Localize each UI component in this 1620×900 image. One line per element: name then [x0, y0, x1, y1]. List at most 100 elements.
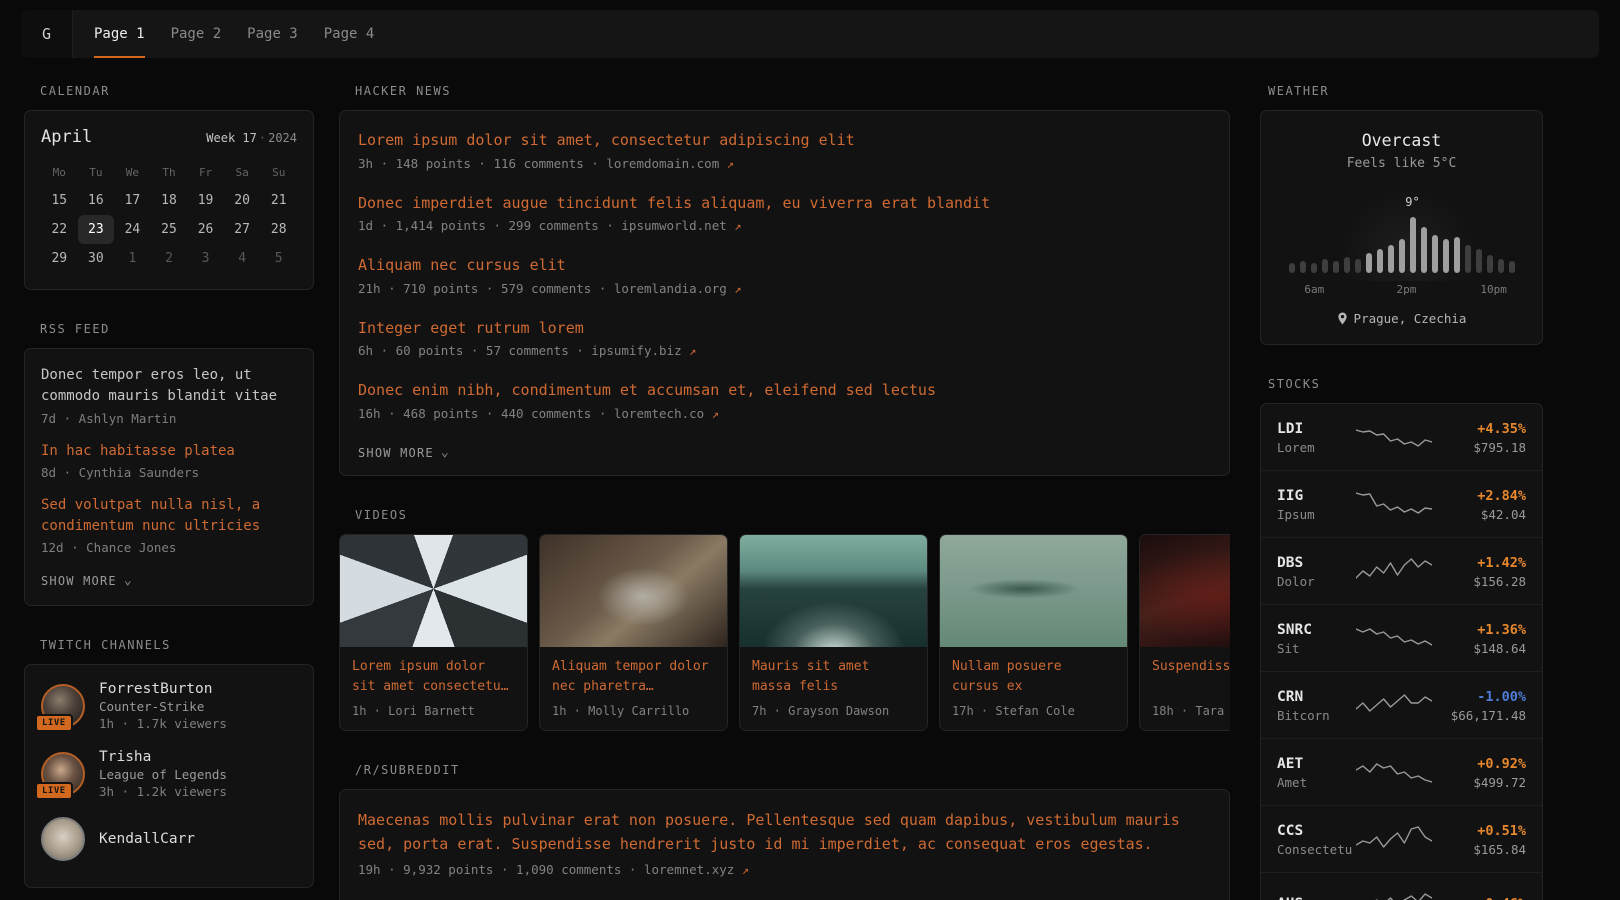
hn-item-link[interactable]: Donec enim nibh, condimentum et accumsan… — [358, 379, 1211, 402]
calendar-weekday: Fr — [187, 159, 224, 186]
twitch-channel-row[interactable]: LIVE ForrestBurton Counter-Strike 1h · 1… — [41, 681, 297, 731]
video-card[interactable]: Lorem ipsum dolor sit amet consectetu… 1… — [339, 534, 528, 731]
video-card[interactable]: Nullam posuere cursus ex 17h · Stefan Co… — [939, 534, 1128, 731]
calendar-week-year: Week 17·2024 — [206, 131, 297, 145]
chevron-down-icon: ⌄ — [124, 577, 133, 585]
weather-axis-label: 2pm — [1397, 283, 1417, 296]
stock-sparkline — [1356, 489, 1432, 519]
calendar-weekday: Tu — [78, 159, 115, 186]
calendar-day: 29 — [41, 244, 78, 273]
external-link-icon: ↗ — [727, 157, 734, 171]
twitch-channel-game: Counter-Strike — [99, 699, 227, 714]
stock-price: $148.64 — [1473, 641, 1526, 656]
tab-page-1[interactable]: Page 1 — [81, 10, 158, 58]
video-thumbnail — [940, 535, 1127, 647]
weather-bar — [1432, 209, 1438, 273]
video-card[interactable]: Aliquam tempor dolor nec pharetra… 1h · … — [539, 534, 728, 731]
weather-axis: 6am 2pm 10pm — [1277, 279, 1526, 299]
twitch-channel-name: Trisha — [99, 749, 227, 765]
topbar: G Page 1 Page 2 Page 3 Page 4 — [21, 10, 1599, 58]
weather-bar — [1399, 209, 1405, 273]
stock-change: +2.84% — [1477, 488, 1526, 504]
twitch-widget: TWITCH CHANNELS LIVE ForrestBurton Count… — [24, 638, 314, 888]
calendar-day: 17 — [114, 186, 151, 215]
twitch-channel-row[interactable]: KendallCarr — [41, 817, 297, 861]
hn-item-link[interactable]: Aliquam nec cursus elit — [358, 254, 1211, 277]
live-badge: LIVE — [35, 714, 73, 732]
twitch-channel-meta: 1h · 1.7k viewers — [99, 716, 227, 731]
calendar-day-next-month: 5 — [260, 244, 297, 273]
stock-row[interactable]: IIGIpsum +2.84%$42.04 — [1261, 470, 1542, 537]
stock-row[interactable]: SNRCSit +1.36%$148.64 — [1261, 604, 1542, 671]
video-thumbnail — [540, 535, 727, 647]
video-card[interactable]: Suspendisse diam 18h · Tara — [1139, 534, 1230, 731]
rss-item-link[interactable]: In hac habitasse platea — [41, 441, 297, 462]
video-meta: 7h · Grayson Dawson — [752, 704, 915, 718]
stock-change: +0.51% — [1477, 823, 1526, 839]
stock-name: Dolor — [1277, 574, 1315, 589]
hn-item-link[interactable]: Donec imperdiet augue tincidunt felis al… — [358, 192, 1211, 215]
rss-item-link[interactable]: Donec tempor eros leo, ut commodo mauris… — [41, 365, 297, 408]
calendar-day: 28 — [260, 215, 297, 244]
tab-page-4[interactable]: Page 4 — [311, 10, 388, 58]
stock-row[interactable]: AHS +0.46% — [1261, 872, 1542, 900]
hn-item: Donec imperdiet augue tincidunt felis al… — [358, 192, 1211, 234]
calendar-day: 25 — [151, 215, 188, 244]
calendar-day: 15 — [41, 186, 78, 215]
stock-row[interactable]: CRNBitcorn -1.00%$66,171.48 — [1261, 671, 1542, 738]
hn-item-meta: 21h · 710 points · 579 comments · loreml… — [358, 281, 1211, 296]
hn-item-meta: 6h · 60 points · 57 comments · ipsumify.… — [358, 343, 1211, 358]
calendar-day-next-month: 2 — [151, 244, 188, 273]
stock-change: +1.36% — [1477, 622, 1526, 638]
weather-bar — [1421, 209, 1427, 273]
rss-item: In hac habitasse platea 8d · Cynthia Sau… — [41, 441, 297, 480]
weather-bar — [1344, 209, 1350, 273]
hn-show-more-button[interactable]: SHOW MORE⌄ — [358, 446, 450, 460]
rss-item-link[interactable]: Sed volutpat nulla nisl, a condimentum n… — [41, 495, 297, 538]
stock-row[interactable]: DBSDolor +1.42%$156.28 — [1261, 537, 1542, 604]
weather-bar — [1388, 209, 1394, 273]
stock-sparkline — [1356, 690, 1432, 720]
weather-axis-label: 10pm — [1480, 283, 1507, 296]
stock-price: $165.84 — [1473, 842, 1526, 857]
hn-item-link[interactable]: Integer eget rutrum lorem — [358, 317, 1211, 340]
weather-bar — [1454, 209, 1460, 273]
weather-bar — [1443, 209, 1449, 273]
stock-sparkline — [1356, 623, 1432, 653]
tab-page-2[interactable]: Page 2 — [158, 10, 235, 58]
stock-row[interactable]: LDILorem +4.35%$795.18 — [1261, 404, 1542, 470]
stock-price: $156.28 — [1473, 574, 1526, 589]
calendar-weekday: Su — [260, 159, 297, 186]
stock-row[interactable]: CCSConsectetur +0.51%$165.84 — [1261, 805, 1542, 872]
stock-symbol: CCS — [1277, 823, 1303, 839]
rss-show-more-button[interactable]: SHOW MORE⌄ — [41, 574, 133, 588]
stock-name: Sit — [1277, 641, 1300, 656]
app-logo[interactable]: G — [21, 10, 73, 58]
external-link-icon: ↗ — [742, 863, 749, 877]
stock-name: Lorem — [1277, 440, 1315, 455]
weather-chart: 9° 6am 2pm 10pm — [1277, 187, 1526, 299]
subreddit-widget-title: /R/SUBREDDIT — [339, 763, 1230, 777]
video-thumbnail — [340, 535, 527, 647]
hn-item-meta: 16h · 468 points · 440 comments · loremt… — [358, 406, 1211, 421]
stock-name: Ipsum — [1277, 507, 1315, 522]
hn-item-meta: 3h · 148 points · 116 comments · loremdo… — [358, 156, 1211, 171]
calendar-day-next-month: 1 — [114, 244, 151, 273]
stock-price: $499.72 — [1473, 775, 1526, 790]
weather-bar — [1498, 209, 1504, 273]
stock-change: +4.35% — [1477, 421, 1526, 437]
tab-page-3[interactable]: Page 3 — [234, 10, 311, 58]
twitch-channel-row[interactable]: LIVE Trisha League of Legends 3h · 1.2k … — [41, 749, 297, 799]
calendar-day: 21 — [260, 186, 297, 215]
hn-item-link[interactable]: Lorem ipsum dolor sit amet, consectetur … — [358, 129, 1211, 152]
video-title: Nullam posuere cursus ex — [952, 657, 1115, 697]
stock-row[interactable]: AETAmet +0.92%$499.72 — [1261, 738, 1542, 805]
videos-row: Lorem ipsum dolor sit amet consectetu… 1… — [339, 534, 1230, 731]
video-title: Mauris sit amet massa felis — [752, 657, 915, 697]
weather-bar — [1311, 209, 1317, 273]
stock-symbol: AET — [1277, 756, 1303, 772]
chevron-down-icon: ⌄ — [441, 449, 450, 457]
video-card[interactable]: Mauris sit amet massa felis 7h · Grayson… — [739, 534, 928, 731]
subreddit-item-link[interactable]: Maecenas mollis pulvinar erat non posuer… — [358, 808, 1211, 858]
weather-bars: 9° — [1277, 209, 1526, 273]
